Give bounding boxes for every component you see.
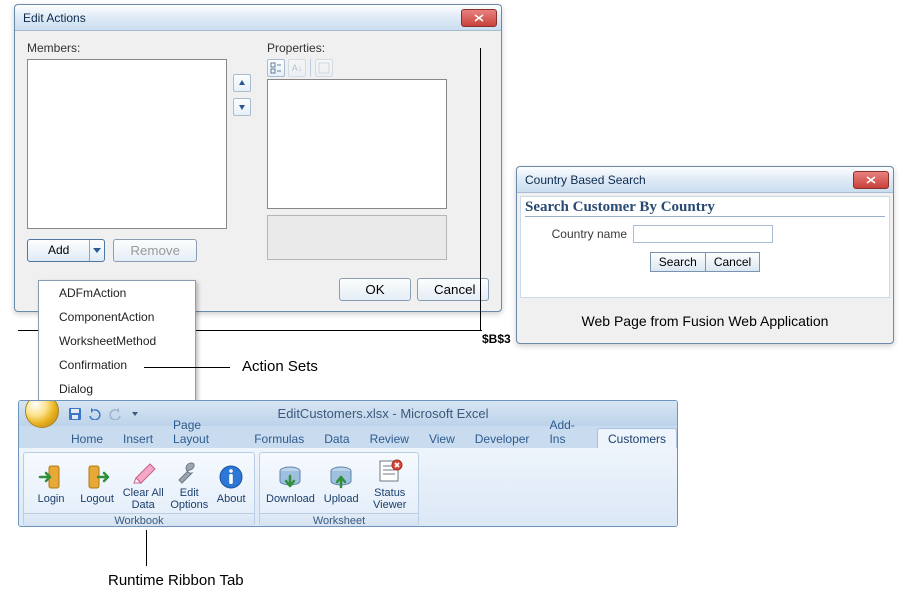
add-menu: ADFmAction ComponentAction WorksheetMeth… bbox=[38, 280, 196, 402]
tab-insert[interactable]: Insert bbox=[113, 429, 163, 448]
status-viewer-icon bbox=[374, 455, 406, 487]
search-button[interactable]: Search bbox=[650, 252, 706, 272]
wrench-icon bbox=[173, 455, 205, 487]
ribbon-tabs: Home Insert Page Layout Formulas Data Re… bbox=[19, 426, 677, 448]
cs-cancel-button[interactable]: Cancel bbox=[705, 252, 760, 272]
members-label: Members: bbox=[27, 41, 251, 55]
menu-item-confirmation[interactable]: Confirmation bbox=[39, 353, 195, 377]
tab-page-layout[interactable]: Page Layout bbox=[163, 415, 244, 448]
menu-item-componentaction[interactable]: ComponentAction bbox=[39, 305, 195, 329]
callout-actionsets: Action Sets bbox=[242, 358, 318, 375]
about-button[interactable]: About bbox=[214, 461, 248, 505]
menu-item-worksheetmethod[interactable]: WorksheetMethod bbox=[39, 329, 195, 353]
add-button-dropdown[interactable] bbox=[90, 240, 104, 261]
office-button[interactable] bbox=[25, 400, 59, 428]
qat-customize-icon[interactable] bbox=[127, 406, 143, 422]
redo-icon[interactable] bbox=[107, 406, 123, 422]
alpha-sort-icon[interactable]: A↓ bbox=[288, 59, 306, 77]
edit-options-button[interactable]: Edit Options bbox=[168, 455, 210, 511]
menu-item-adfmaction[interactable]: ADFmAction bbox=[39, 281, 195, 305]
country-name-label: Country name bbox=[543, 227, 633, 241]
add-button[interactable]: Add bbox=[27, 239, 105, 262]
upload-icon bbox=[325, 461, 357, 493]
logout-button[interactable]: Logout bbox=[76, 461, 118, 505]
clear-all-data-button[interactable]: Clear All Data bbox=[122, 455, 164, 511]
cell-reference: $B$3 bbox=[482, 332, 511, 346]
logout-icon bbox=[81, 461, 113, 493]
properties-description bbox=[267, 215, 447, 260]
tab-developer[interactable]: Developer bbox=[465, 429, 540, 448]
tab-addins[interactable]: Add-Ins bbox=[539, 415, 597, 448]
callout-line-actionsets bbox=[144, 367, 230, 368]
tab-review[interactable]: Review bbox=[360, 429, 419, 448]
callout-line-ribbon bbox=[146, 530, 147, 566]
info-icon bbox=[215, 461, 247, 493]
status-viewer-button[interactable]: Status Viewer bbox=[367, 455, 412, 511]
login-button[interactable]: Login bbox=[30, 461, 72, 505]
move-up-button[interactable] bbox=[233, 74, 251, 92]
download-button[interactable]: Download bbox=[266, 461, 315, 505]
add-button-label: Add bbox=[28, 240, 90, 261]
tab-formulas[interactable]: Formulas bbox=[244, 429, 314, 448]
dialog-shadow-right bbox=[480, 48, 481, 331]
edit-actions-title: Edit Actions bbox=[23, 11, 461, 25]
members-listbox[interactable] bbox=[27, 59, 227, 229]
properties-label: Properties: bbox=[267, 41, 447, 55]
move-down-button[interactable] bbox=[233, 98, 251, 116]
upload-button[interactable]: Upload bbox=[319, 461, 364, 505]
tab-data[interactable]: Data bbox=[314, 429, 359, 448]
callout-runtime-ribbon: Runtime Ribbon Tab bbox=[108, 572, 244, 589]
country-search-close-button[interactable] bbox=[853, 171, 889, 189]
property-pages-icon[interactable] bbox=[315, 59, 333, 77]
search-heading: Search Customer By Country bbox=[525, 199, 885, 217]
tab-home[interactable]: Home bbox=[61, 429, 113, 448]
workbook-group-title: Workbook bbox=[24, 513, 254, 527]
remove-button[interactable]: Remove bbox=[113, 239, 197, 262]
save-icon[interactable] bbox=[67, 406, 83, 422]
country-search-caption: Web Page from Fusion Web Application bbox=[517, 301, 893, 343]
tab-view[interactable]: View bbox=[419, 429, 465, 448]
download-icon bbox=[274, 461, 306, 493]
menu-item-dialog[interactable]: Dialog bbox=[39, 377, 195, 401]
undo-icon[interactable] bbox=[87, 406, 103, 422]
tab-customers[interactable]: Customers bbox=[597, 428, 677, 448]
login-icon bbox=[35, 461, 67, 493]
country-name-input[interactable] bbox=[633, 225, 773, 243]
country-search-title: Country Based Search bbox=[525, 173, 853, 187]
categorized-icon[interactable] bbox=[267, 59, 285, 77]
properties-grid[interactable] bbox=[267, 79, 447, 209]
worksheet-group-title: Worksheet bbox=[260, 513, 418, 527]
edit-actions-close-button[interactable] bbox=[461, 9, 497, 27]
eraser-icon bbox=[127, 455, 159, 487]
ok-button[interactable]: OK bbox=[339, 278, 411, 301]
cancel-button[interactable]: Cancel bbox=[417, 278, 489, 301]
